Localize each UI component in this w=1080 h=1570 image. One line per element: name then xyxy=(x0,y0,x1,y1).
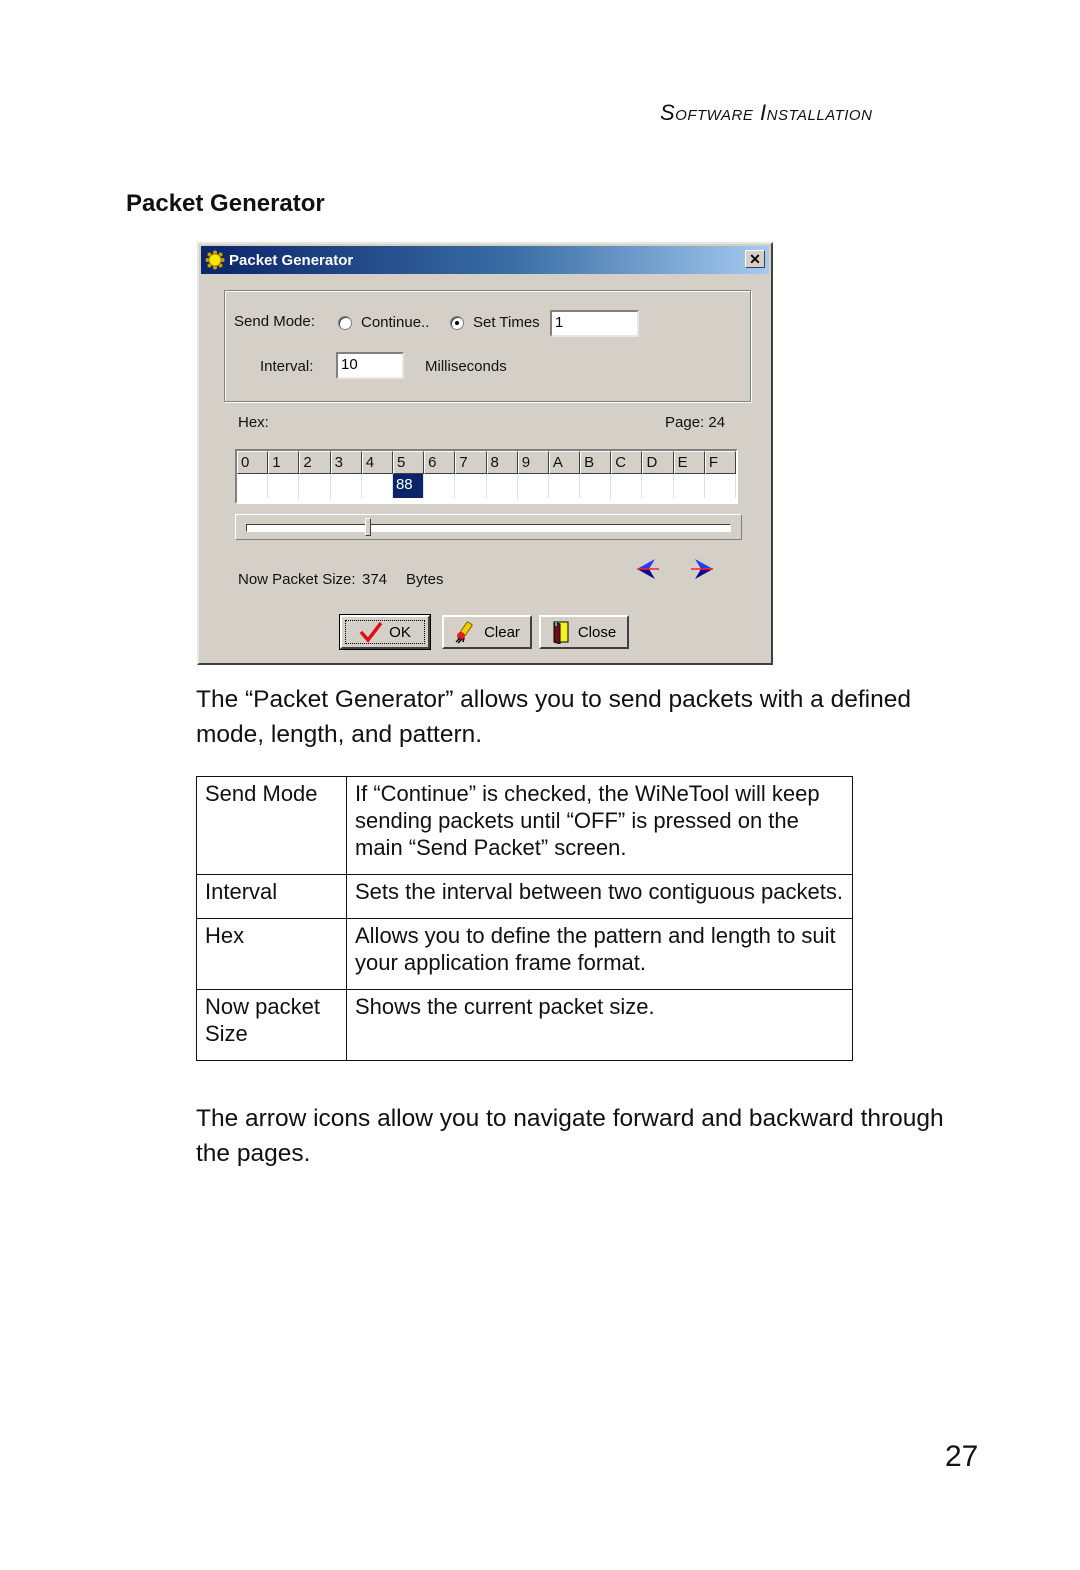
section-title: Packet Generator xyxy=(126,190,325,217)
ok-button[interactable]: OK xyxy=(339,614,431,650)
hex-label: Hex: xyxy=(238,414,269,431)
send-settings-group: Send Mode: Continue.. Set Times 1 Interv… xyxy=(224,290,751,402)
page-indicator: Page: 24 xyxy=(665,414,726,431)
hex-value-cell[interactable] xyxy=(674,474,705,498)
table-description: Sets the interval between two contiguous… xyxy=(346,874,853,919)
table-term: Send Mode xyxy=(196,776,347,875)
hex-column-header: 1 xyxy=(268,451,300,474)
hex-column-header: E xyxy=(673,451,705,474)
page-number: 27 xyxy=(945,1440,979,1473)
hex-value-cell[interactable] xyxy=(518,474,549,498)
table-row: Send Mode If “Continue” is checked, the W… xyxy=(196,776,853,875)
hex-column-header: 7 xyxy=(455,451,487,474)
table-term: Hex xyxy=(196,918,347,990)
eraser-icon xyxy=(455,621,473,644)
hex-value-cell[interactable] xyxy=(611,474,643,498)
interval-unit: Milliseconds xyxy=(425,358,507,375)
hex-value-cell[interactable] xyxy=(549,474,581,498)
title-bar[interactable]: Packet Generator ✕ xyxy=(201,246,769,274)
interval-input[interactable]: 10 xyxy=(336,352,404,379)
set-times-input[interactable]: 1 xyxy=(550,310,639,337)
set-times-radio[interactable] xyxy=(450,316,464,330)
hex-value-cell[interactable] xyxy=(424,474,456,498)
hex-value-cell[interactable] xyxy=(580,474,612,498)
hex-value-cell[interactable] xyxy=(705,474,736,498)
field-description-table: Send Mode If “Continue” is checked, the W… xyxy=(196,776,853,1061)
clear-button-label: Clear xyxy=(484,623,520,641)
table-description: Allows you to define the pattern and len… xyxy=(346,918,853,990)
clear-button[interactable]: Clear xyxy=(442,615,532,649)
hex-value-cell[interactable] xyxy=(299,474,331,498)
slider-track xyxy=(246,524,731,532)
table-description: If “Continue” is checked, the WiNeTool w… xyxy=(346,776,853,875)
packet-size-value: 374 xyxy=(362,571,388,588)
packet-generator-dialog: Packet Generator ✕ Send Mode: Continue..… xyxy=(197,242,773,665)
hex-value-cell[interactable] xyxy=(642,474,674,498)
arrow-right-icon xyxy=(691,559,713,579)
hex-value-cell[interactable] xyxy=(455,474,487,498)
hex-header-row: 0123456789ABCDEF xyxy=(237,451,736,474)
set-times-radio-label[interactable]: Set Times xyxy=(473,314,540,331)
table-row: Interval Sets the interval between two co… xyxy=(196,874,853,919)
hex-column-header: 3 xyxy=(330,451,362,474)
close-icon: ✕ xyxy=(749,251,761,267)
table-term: Interval xyxy=(196,874,347,919)
hex-grid: 0123456789ABCDEF 88 xyxy=(235,449,738,504)
hex-value-cell[interactable] xyxy=(268,474,300,498)
close-button-label: Close xyxy=(577,623,617,641)
hex-column-header: 0 xyxy=(237,451,269,474)
hex-value-cell[interactable] xyxy=(237,474,269,498)
hex-value-cell[interactable] xyxy=(331,474,362,498)
running-header: Software Installation xyxy=(660,100,873,125)
next-page-button[interactable] xyxy=(689,558,715,580)
hex-column-header: A xyxy=(548,451,581,474)
table-term: Now packet Size xyxy=(196,989,347,1061)
hex-column-header: 4 xyxy=(361,451,393,474)
hex-page-slider[interactable] xyxy=(235,514,742,540)
hex-column-header: F xyxy=(704,451,736,474)
sun-gear-icon xyxy=(205,250,225,270)
close-button[interactable]: Close xyxy=(539,615,629,649)
close-window-button[interactable]: ✕ xyxy=(745,250,765,268)
table-description: Shows the current packet size. xyxy=(346,989,853,1061)
table-row: Hex Allows you to define the pattern and … xyxy=(196,918,853,990)
arrow-left-icon xyxy=(637,559,659,579)
hex-value-cell[interactable]: 88 xyxy=(392,474,425,498)
hex-column-header: 6 xyxy=(424,451,456,474)
slider-thumb[interactable] xyxy=(364,518,371,536)
outro-paragraph: The arrow icons allow you to navigate fo… xyxy=(196,1105,944,1167)
hex-column-header: 2 xyxy=(299,451,331,474)
continue-radio[interactable] xyxy=(338,316,352,330)
table-row: Now packet Size Shows the current packet … xyxy=(196,989,853,1061)
send-mode-label: Send Mode: xyxy=(234,313,315,330)
dialog-title: Packet Generator xyxy=(229,251,354,269)
packet-size-unit: Bytes xyxy=(406,571,444,588)
hex-column-header: 5 xyxy=(392,451,425,474)
hex-column-header: 9 xyxy=(517,451,549,474)
hex-column-header: C xyxy=(611,451,643,474)
interval-label: Interval: xyxy=(260,358,314,375)
hex-value-cell[interactable] xyxy=(487,474,518,498)
hex-column-header: D xyxy=(642,451,674,474)
hex-column-header: 8 xyxy=(486,451,518,474)
continue-radio-label[interactable]: Continue.. xyxy=(361,314,429,331)
intro-paragraph: The “Packet Generator” allows you to sen… xyxy=(196,686,911,748)
door-exit-icon xyxy=(553,621,569,644)
packet-size-label: Now Packet Size: xyxy=(238,571,356,588)
hex-value-cell[interactable] xyxy=(362,474,393,498)
hex-value-row: 88 xyxy=(237,474,736,498)
hex-column-header: B xyxy=(580,451,612,474)
prev-page-button[interactable] xyxy=(635,558,661,580)
